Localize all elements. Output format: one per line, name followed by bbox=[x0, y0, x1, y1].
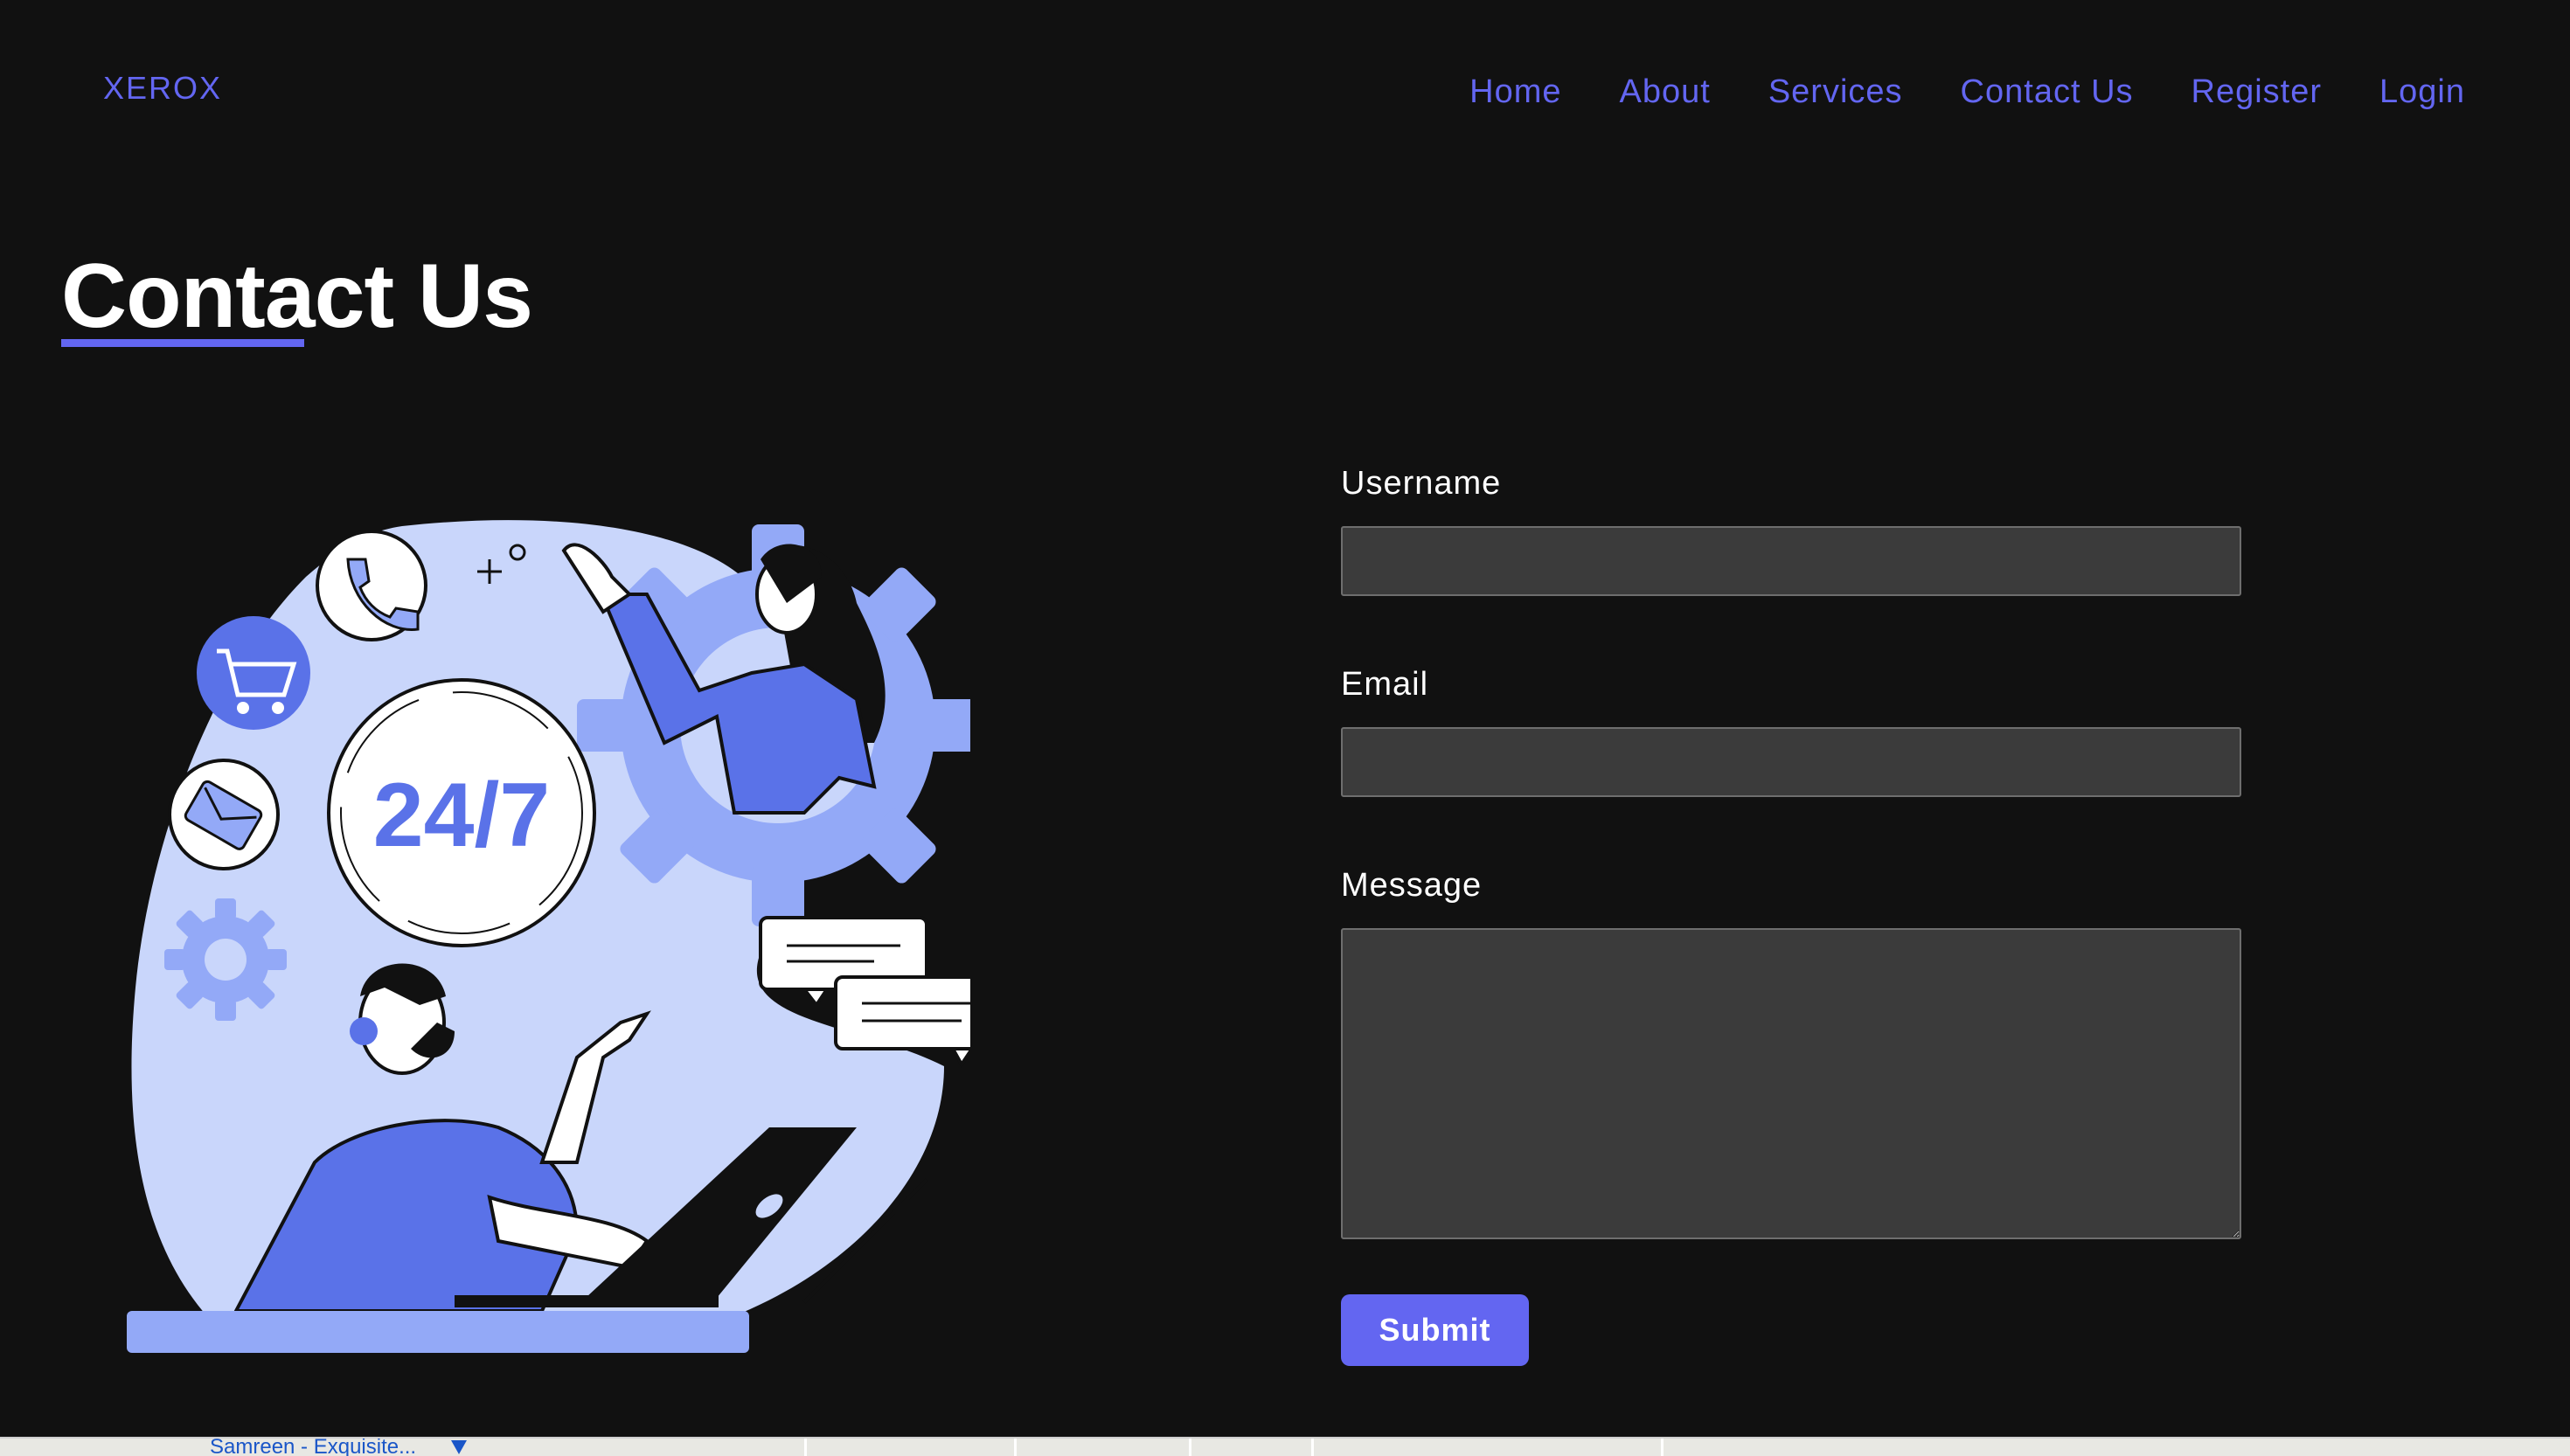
nav-services[interactable]: Services bbox=[1768, 73, 1903, 111]
map-pin-icon[interactable] bbox=[451, 1440, 467, 1454]
main-nav: Home About Services Contact Us Register … bbox=[1469, 73, 2465, 111]
map-road bbox=[1189, 1439, 1191, 1456]
24-7-badge: 24/7 bbox=[327, 678, 596, 947]
email-input[interactable] bbox=[1341, 727, 2241, 797]
embedded-map[interactable]: Samreen - Exquisite... bbox=[0, 1437, 2570, 1456]
map-place-label[interactable]: Samreen - Exquisite... bbox=[210, 1439, 416, 1456]
page-title: Contact Us bbox=[61, 246, 533, 347]
badge-text: 24/7 bbox=[373, 765, 550, 866]
phone-icon bbox=[316, 530, 427, 641]
map-road bbox=[1014, 1439, 1017, 1456]
title-underline bbox=[61, 339, 304, 347]
username-label: Username bbox=[1341, 465, 1502, 502]
nav-home[interactable]: Home bbox=[1469, 73, 1561, 111]
mail-icon bbox=[168, 759, 280, 870]
message-textarea[interactable] bbox=[1341, 928, 2241, 1239]
username-input[interactable] bbox=[1341, 526, 2241, 596]
nav-about[interactable]: About bbox=[1620, 73, 1711, 111]
desk bbox=[127, 1311, 749, 1353]
logo[interactable]: XEROX bbox=[103, 70, 222, 107]
map-road bbox=[1311, 1439, 1314, 1456]
email-label: Email bbox=[1341, 666, 1429, 703]
message-label: Message bbox=[1341, 867, 1483, 904]
small-gear-icon bbox=[164, 898, 287, 1021]
submit-button[interactable]: Submit bbox=[1341, 1294, 1529, 1366]
map-road bbox=[1661, 1439, 1664, 1456]
cart-icon bbox=[197, 616, 310, 730]
nav-register[interactable]: Register bbox=[2191, 73, 2323, 111]
nav-contact-us[interactable]: Contact Us bbox=[1961, 73, 2134, 111]
customer-support-illustration: 24/7 bbox=[127, 520, 970, 1353]
contact-form: Username Email Message bbox=[1341, 463, 2241, 1239]
nav-login[interactable]: Login bbox=[2379, 73, 2465, 111]
map-road bbox=[804, 1439, 807, 1456]
